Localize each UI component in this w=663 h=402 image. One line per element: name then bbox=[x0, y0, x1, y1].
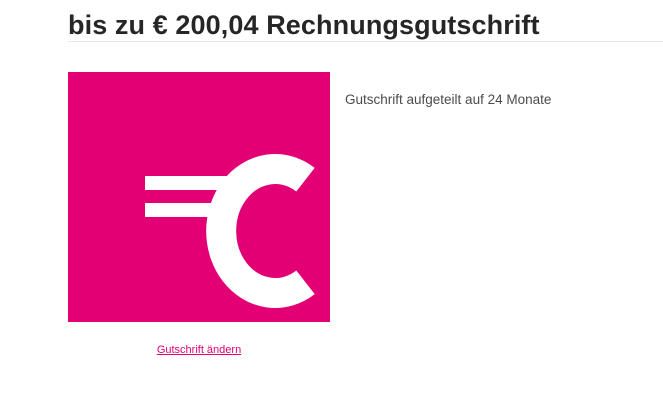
page-title: bis zu € 200,04 Rechnungsgutschrift bbox=[68, 10, 540, 40]
euro-tile bbox=[68, 72, 330, 322]
title-divider bbox=[68, 41, 663, 42]
euro-icon bbox=[145, 154, 315, 308]
offer-page: bis zu € 200,04 Rechnungsgutschrift Guts… bbox=[0, 0, 663, 402]
change-credit-link[interactable]: Gutschrift ändern bbox=[68, 343, 330, 357]
credit-description: Gutschrift aufgeteilt auf 24 Monate bbox=[345, 92, 552, 107]
